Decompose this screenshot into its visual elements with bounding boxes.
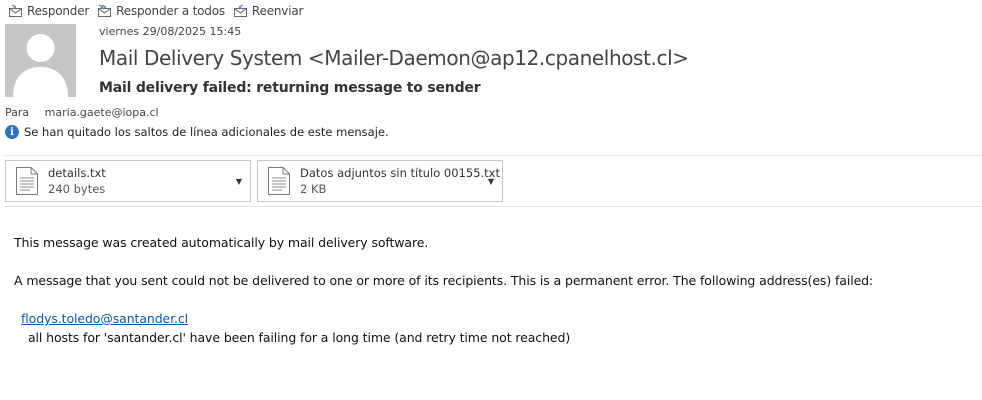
failed-address-link[interactable]: flodys.toledo@santander.cl: [21, 311, 188, 326]
reply-icon: [9, 4, 22, 17]
message-subject: Mail delivery failed: returning message …: [99, 80, 481, 96]
sender-avatar: [5, 24, 76, 97]
attachment-details[interactable]: details.txt 240 bytes ▼: [5, 160, 251, 202]
chevron-down-icon[interactable]: ▼: [488, 177, 494, 186]
reply-all-button[interactable]: Responder a todos: [97, 4, 225, 18]
header-divider: [5, 155, 982, 156]
reply-label: Responder: [27, 4, 90, 18]
forward-button[interactable]: Reenviar: [233, 4, 303, 18]
reply-all-label: Responder a todos: [116, 4, 225, 18]
failure-reason: all hosts for 'santander.cl' have been f…: [28, 330, 571, 345]
attachment-name: Datos adjuntos sin título 00155.txt: [300, 166, 500, 180]
to-recipient[interactable]: maria.gaete@iopa.cl: [45, 106, 159, 119]
text-file-icon: [16, 167, 38, 195]
attachment-untitled[interactable]: Datos adjuntos sin título 00155.txt 2 KB…: [257, 160, 503, 202]
info-icon: i: [5, 125, 19, 139]
attachment-name: details.txt: [48, 166, 106, 180]
text-file-icon: [268, 167, 290, 195]
sender-name[interactable]: Mail Delivery System <Mailer-Daemon@ap12…: [99, 46, 689, 70]
forward-label: Reenviar: [251, 4, 304, 18]
reply-all-icon: [98, 4, 112, 17]
reply-button[interactable]: Responder: [8, 4, 89, 18]
body-line-2: A message that you sent could not be del…: [14, 273, 874, 288]
recipients-row: Para maria.gaete@iopa.cl: [5, 106, 159, 119]
attachments-divider: [5, 206, 982, 207]
forward-icon: [233, 4, 247, 17]
attachment-size: 240 bytes: [48, 182, 106, 196]
info-bar[interactable]: i Se han quitado los saltos de línea adi…: [5, 125, 389, 139]
message-date: viernes 29/08/2025 15:45: [99, 25, 242, 38]
message-toolbar: Responder Responder a todos Reenviar: [8, 2, 311, 20]
to-label: Para: [5, 106, 30, 119]
person-placeholder-icon: [13, 34, 68, 97]
info-notice-text: Se han quitado los saltos de línea adici…: [24, 125, 389, 139]
chevron-down-icon[interactable]: ▼: [236, 177, 242, 186]
body-line-1: This message was created automatically b…: [14, 235, 429, 250]
attachment-size: 2 KB: [300, 182, 327, 196]
